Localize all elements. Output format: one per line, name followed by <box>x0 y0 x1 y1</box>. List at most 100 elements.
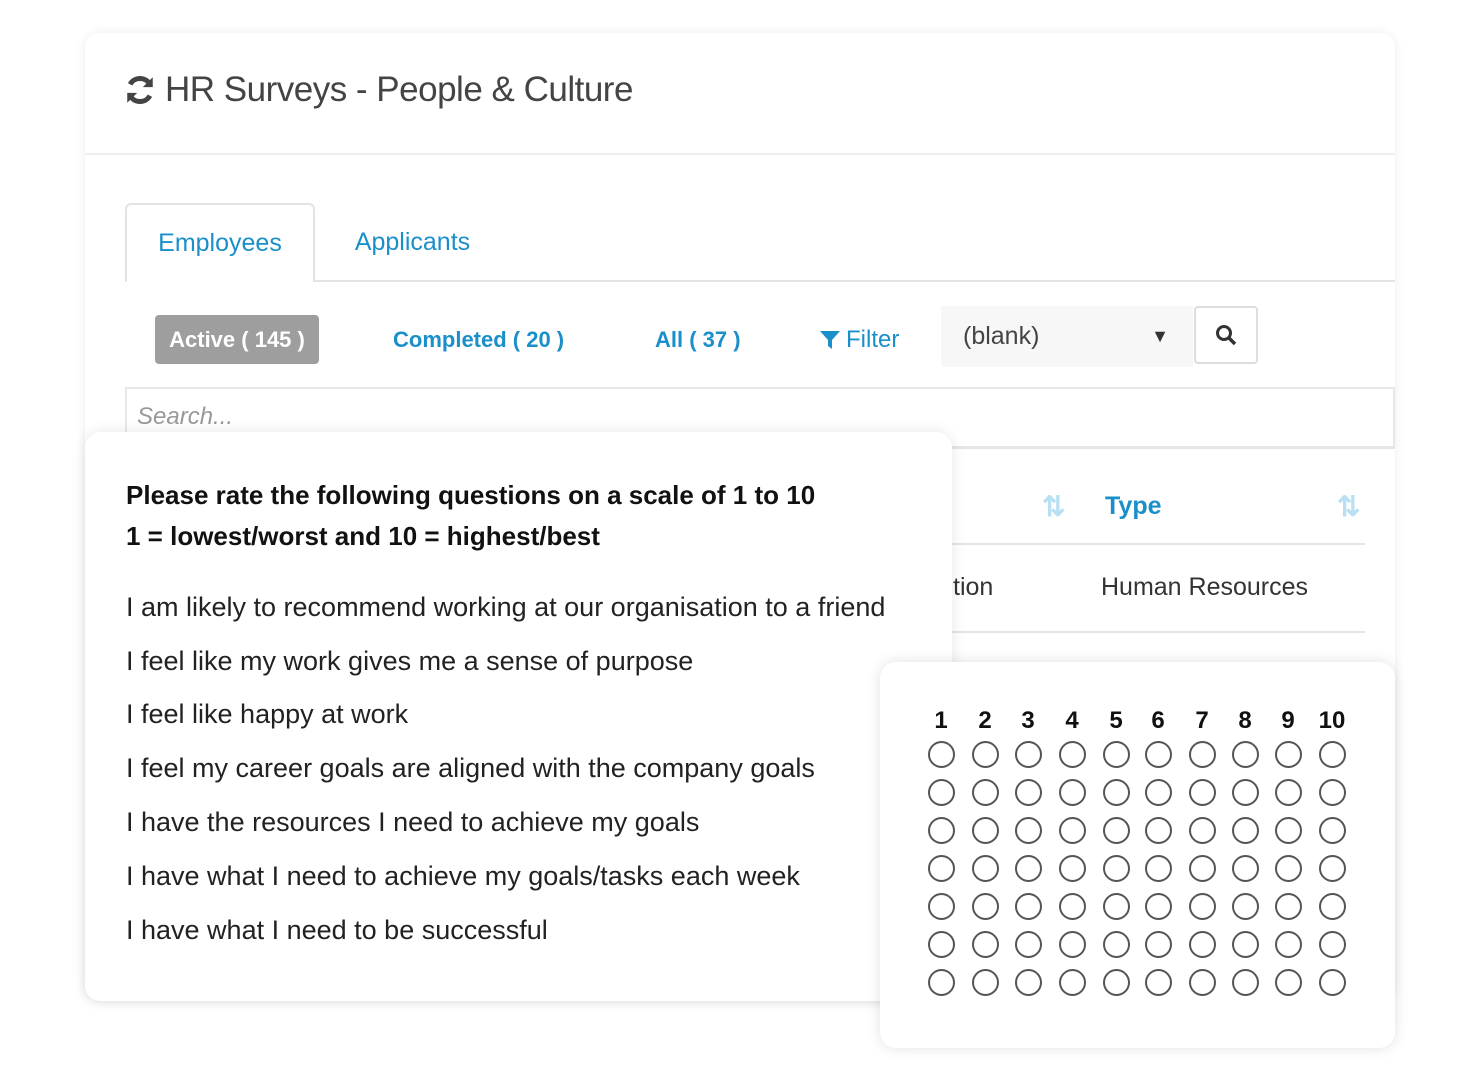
rating-radio-q7-2[interactable] <box>972 969 999 996</box>
rating-radio-q3-3[interactable] <box>1015 817 1042 844</box>
scale-label: 1 <box>934 707 948 734</box>
rating-radio-q1-3[interactable] <box>1015 741 1042 768</box>
rating-radio-q7-3[interactable] <box>1015 969 1042 996</box>
rating-radio-q7-5[interactable] <box>1103 969 1130 996</box>
rating-radio-q3-7[interactable] <box>1189 817 1216 844</box>
rating-radio-q4-3[interactable] <box>1015 855 1042 882</box>
search-icon <box>1216 325 1237 346</box>
rating-radio-q1-6[interactable] <box>1145 741 1172 768</box>
select-value: (blank) <box>963 322 1040 350</box>
rating-radio-q3-4[interactable] <box>1059 817 1086 844</box>
scale-label: 7 <box>1195 707 1209 734</box>
rating-radio-q5-3[interactable] <box>1015 893 1042 920</box>
rating-radio-q4-4[interactable] <box>1059 855 1086 882</box>
rating-radio-q1-7[interactable] <box>1189 741 1216 768</box>
filter-icon <box>820 330 840 349</box>
completed-filter-button[interactable]: Completed ( 20 ) <box>393 315 564 364</box>
rating-radio-q3-6[interactable] <box>1145 817 1172 844</box>
page-title: HR Surveys - People & Culture <box>123 70 633 110</box>
rating-radio-q3-5[interactable] <box>1103 817 1130 844</box>
rating-radio-q3-1[interactable] <box>928 817 955 844</box>
rating-radio-q6-8[interactable] <box>1232 931 1259 958</box>
scale-label: 2 <box>978 707 992 734</box>
rating-radio-q7-6[interactable] <box>1145 969 1172 996</box>
filter-select[interactable]: (blank) ▼ <box>941 306 1193 367</box>
sort-icon[interactable]: ⇅ <box>1337 490 1360 523</box>
question: I have what I need to be successful <box>126 915 548 945</box>
question: I am likely to recommend working at our … <box>126 592 886 622</box>
header-divider <box>85 153 1395 155</box>
rating-radio-q4-8[interactable] <box>1232 855 1259 882</box>
sort-icon[interactable]: ⇅ <box>1042 490 1065 523</box>
rating-radio-q1-10[interactable] <box>1319 741 1346 768</box>
active-filter-button[interactable]: Active ( 145 ) <box>155 315 319 364</box>
rating-radio-q7-10[interactable] <box>1319 969 1346 996</box>
rating-radio-q4-9[interactable] <box>1275 855 1302 882</box>
rating-radio-q2-5[interactable] <box>1103 779 1130 806</box>
search-button[interactable] <box>1194 306 1258 364</box>
rating-radio-q5-5[interactable] <box>1103 893 1130 920</box>
rating-radio-q1-4[interactable] <box>1059 741 1086 768</box>
rating-radio-q3-2[interactable] <box>972 817 999 844</box>
rating-radio-q2-3[interactable] <box>1015 779 1042 806</box>
rating-radio-q4-5[interactable] <box>1103 855 1130 882</box>
rating-radio-q5-7[interactable] <box>1189 893 1216 920</box>
rating-radio-q4-1[interactable] <box>928 855 955 882</box>
rating-radio-q5-4[interactable] <box>1059 893 1086 920</box>
rating-radio-q6-1[interactable] <box>928 931 955 958</box>
table-cell: tion <box>953 573 994 601</box>
rating-radio-q7-1[interactable] <box>928 969 955 996</box>
rating-radio-q1-9[interactable] <box>1275 741 1302 768</box>
rating-radio-q3-9[interactable] <box>1275 817 1302 844</box>
rating-radio-q6-5[interactable] <box>1103 931 1130 958</box>
question: I have the resources I need to achieve m… <box>126 807 700 837</box>
column-header-type[interactable]: Type <box>1105 492 1162 521</box>
rating-radio-q5-2[interactable] <box>972 893 999 920</box>
rating-radio-q6-9[interactable] <box>1275 931 1302 958</box>
rating-radio-q6-3[interactable] <box>1015 931 1042 958</box>
rating-radio-q7-7[interactable] <box>1189 969 1216 996</box>
row-divider <box>952 631 1365 633</box>
rating-radio-q1-5[interactable] <box>1103 741 1130 768</box>
rating-radio-q6-4[interactable] <box>1059 931 1086 958</box>
rating-radio-q4-7[interactable] <box>1189 855 1216 882</box>
rating-radio-q6-10[interactable] <box>1319 931 1346 958</box>
rating-radio-q6-7[interactable] <box>1189 931 1216 958</box>
rating-radio-q1-2[interactable] <box>972 741 999 768</box>
rating-radio-q3-8[interactable] <box>1232 817 1259 844</box>
rating-radio-q7-4[interactable] <box>1059 969 1086 996</box>
rating-radio-q4-10[interactable] <box>1319 855 1346 882</box>
rating-radio-q2-1[interactable] <box>928 779 955 806</box>
rating-radio-q5-10[interactable] <box>1319 893 1346 920</box>
rating-radio-q2-2[interactable] <box>972 779 999 806</box>
rating-radio-q2-7[interactable] <box>1189 779 1216 806</box>
rating-radio-q4-6[interactable] <box>1145 855 1172 882</box>
rating-radio-q7-9[interactable] <box>1275 969 1302 996</box>
caret-down-icon: ▼ <box>1151 326 1169 346</box>
rating-radio-q5-8[interactable] <box>1232 893 1259 920</box>
rating-radio-q2-10[interactable] <box>1319 779 1346 806</box>
rating-radio-q2-8[interactable] <box>1232 779 1259 806</box>
divider <box>952 447 1395 449</box>
rating-radio-q6-6[interactable] <box>1145 931 1172 958</box>
rating-radio-q5-1[interactable] <box>928 893 955 920</box>
filter-button[interactable]: Filter <box>820 315 899 364</box>
question: I feel like happy at work <box>126 699 409 729</box>
tab-applicants[interactable]: Applicants <box>330 203 495 282</box>
rating-radio-q5-6[interactable] <box>1145 893 1172 920</box>
rating-radio-q2-4[interactable] <box>1059 779 1086 806</box>
rating-radio-q7-8[interactable] <box>1232 969 1259 996</box>
all-filter-button[interactable]: All ( 37 ) <box>655 315 741 364</box>
rating-radio-q1-8[interactable] <box>1232 741 1259 768</box>
rating-radio-q6-2[interactable] <box>972 931 999 958</box>
rating-radio-q1-1[interactable] <box>928 741 955 768</box>
header-divider <box>952 543 1365 545</box>
rating-radio-q5-9[interactable] <box>1275 893 1302 920</box>
tab-employees[interactable]: Employees <box>125 203 315 282</box>
rating-radio-q2-6[interactable] <box>1145 779 1172 806</box>
rating-radio-q3-10[interactable] <box>1319 817 1346 844</box>
scale-label: 3 <box>1021 707 1035 734</box>
scale-label: 10 <box>1318 707 1346 734</box>
rating-radio-q2-9[interactable] <box>1275 779 1302 806</box>
rating-radio-q4-2[interactable] <box>972 855 999 882</box>
